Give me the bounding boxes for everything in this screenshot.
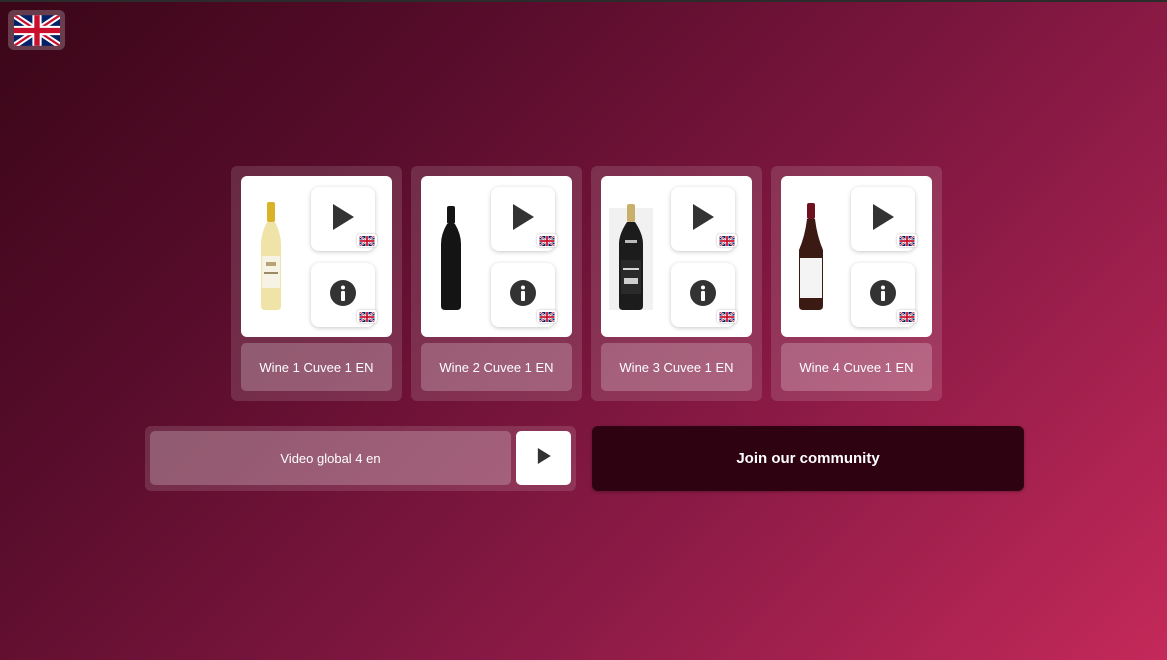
play-icon [536,447,552,470]
play-icon [330,203,356,236]
wine-name-button[interactable]: Wine 4 Cuvee 1 EN [781,343,932,391]
labeled-wine-bottle-image [609,204,653,310]
uk-flag-icon [537,310,557,323]
uk-flag-icon [717,310,737,323]
wine-card-media [421,176,572,337]
play-icon [510,203,536,236]
play-video-button[interactable] [671,187,737,251]
global-video-label-button[interactable]: Video global 4 en [150,431,511,485]
uk-flag-icon [357,310,377,323]
wine-info-button[interactable] [851,263,917,327]
burgundy-wine-bottle-image [799,203,823,310]
wine-cards: Wine 1 Cuvee 1 EN Wine 2 Cuvee 1 EN Wine… [231,166,942,401]
wine-card: Wine 1 Cuvee 1 EN [231,166,402,401]
global-video-play-button[interactable] [516,431,571,485]
info-icon [870,279,896,311]
white-wine-bottle-image [261,202,281,310]
wine-name-button[interactable]: Wine 3 Cuvee 1 EN [601,343,752,391]
uk-flag-icon [897,310,917,323]
wine-card-media [601,176,752,337]
uk-flag-icon [897,234,917,247]
wine-card: Wine 3 Cuvee 1 EN [591,166,762,401]
wine-name-button[interactable]: Wine 1 Cuvee 1 EN [241,343,392,391]
wine-info-button[interactable] [311,263,377,327]
play-icon [870,203,896,236]
info-icon [690,279,716,311]
play-video-button[interactable] [311,187,377,251]
play-video-button[interactable] [491,187,557,251]
wine-card: Wine 2 Cuvee 1 EN [411,166,582,401]
uk-flag-icon [717,234,737,247]
global-video-bar: Video global 4 en [145,426,576,491]
wine-name-button[interactable]: Wine 2 Cuvee 1 EN [421,343,572,391]
wine-card-media [241,176,392,337]
join-community-button[interactable]: Join our community [592,426,1024,491]
language-selector-button[interactable] [8,10,65,50]
wine-card-media [781,176,932,337]
wine-info-button[interactable] [671,263,737,327]
dark-wine-bottle-image [441,206,461,310]
uk-flag-icon [357,234,377,247]
wine-info-button[interactable] [491,263,557,327]
uk-flag-icon [537,234,557,247]
play-video-button[interactable] [851,187,917,251]
top-border [0,0,1167,2]
wine-card: Wine 4 Cuvee 1 EN [771,166,942,401]
info-icon [510,279,536,311]
info-icon [330,279,356,311]
play-icon [690,203,716,236]
uk-flag-icon [13,14,60,46]
